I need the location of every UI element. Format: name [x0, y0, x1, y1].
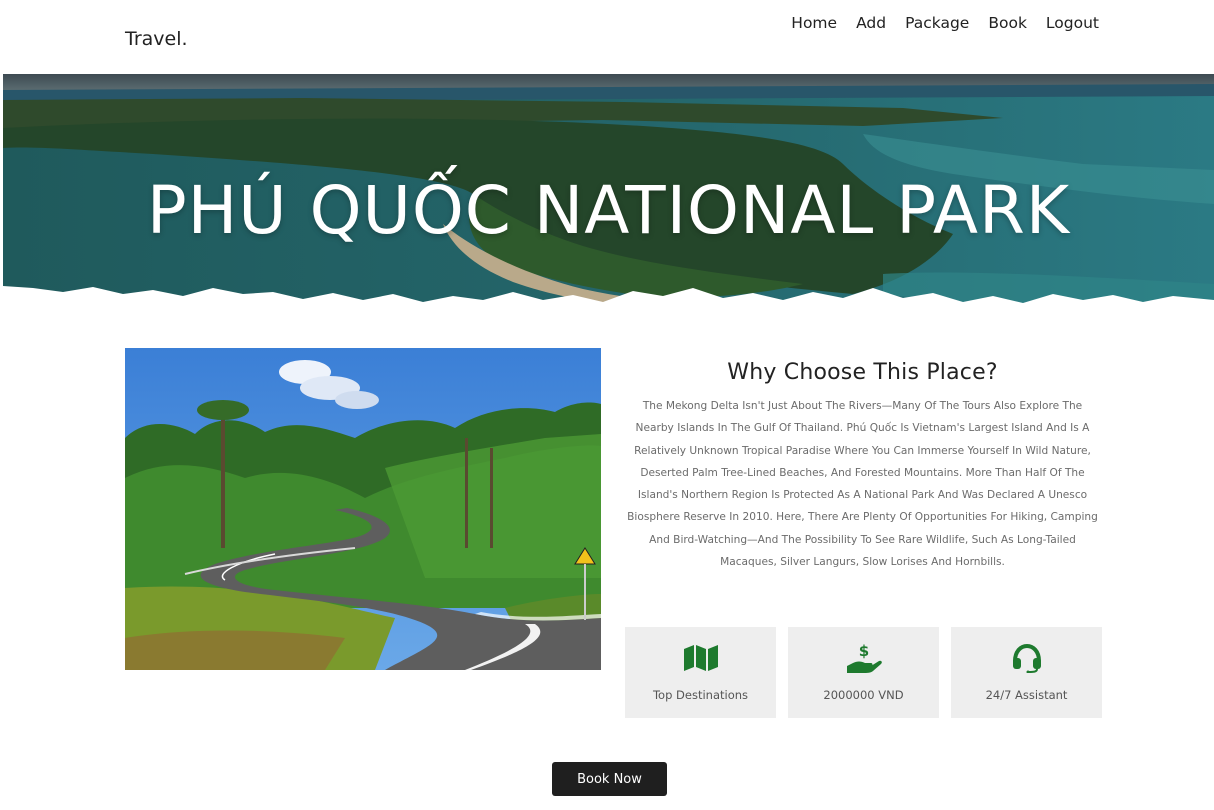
forest-road-image — [125, 348, 601, 670]
why-choose-section: Why Choose This Place? The Mekong Delta … — [624, 360, 1101, 573]
site-logo[interactable]: Travel. — [125, 28, 188, 50]
svg-text:$: $ — [858, 642, 868, 660]
hero-title: PHÚ QUỐC NATIONAL PARK — [146, 172, 1071, 249]
map-icon — [683, 643, 719, 673]
feature-list: Top Destinations $ 2000000 VND 24/7 Assi… — [625, 627, 1102, 718]
main-nav: Home Add Package Book Logout — [791, 14, 1099, 32]
feature-label: Top Destinations — [652, 688, 749, 702]
nav-home-link[interactable]: Home — [791, 14, 837, 32]
road-photo — [125, 348, 601, 670]
feature-top-destinations: Top Destinations — [625, 627, 776, 718]
section-heading: Why Choose This Place? — [727, 360, 998, 385]
section-description: The Mekong Delta Isn't Just About The Ri… — [627, 400, 1098, 569]
feature-assistant: 24/7 Assistant — [951, 627, 1102, 718]
headset-icon — [1011, 643, 1043, 673]
nav-book-link[interactable]: Book — [988, 14, 1027, 32]
feature-label: 2000000 VND — [823, 688, 904, 702]
nav-logout-link[interactable]: Logout — [1046, 14, 1099, 32]
nav-add-link[interactable]: Add — [856, 14, 886, 32]
feature-price: $ 2000000 VND — [788, 627, 939, 718]
nav-package-link[interactable]: Package — [905, 14, 969, 32]
hero-banner: PHÚ QUỐC NATIONAL PARK — [3, 74, 1214, 346]
book-now-button[interactable]: Book Now — [552, 762, 667, 796]
feature-label: 24/7 Assistant — [985, 688, 1068, 702]
dollar-hand-icon: $ — [845, 642, 883, 673]
site-header: Travel. Home Add Package Book Logout — [0, 0, 1214, 74]
